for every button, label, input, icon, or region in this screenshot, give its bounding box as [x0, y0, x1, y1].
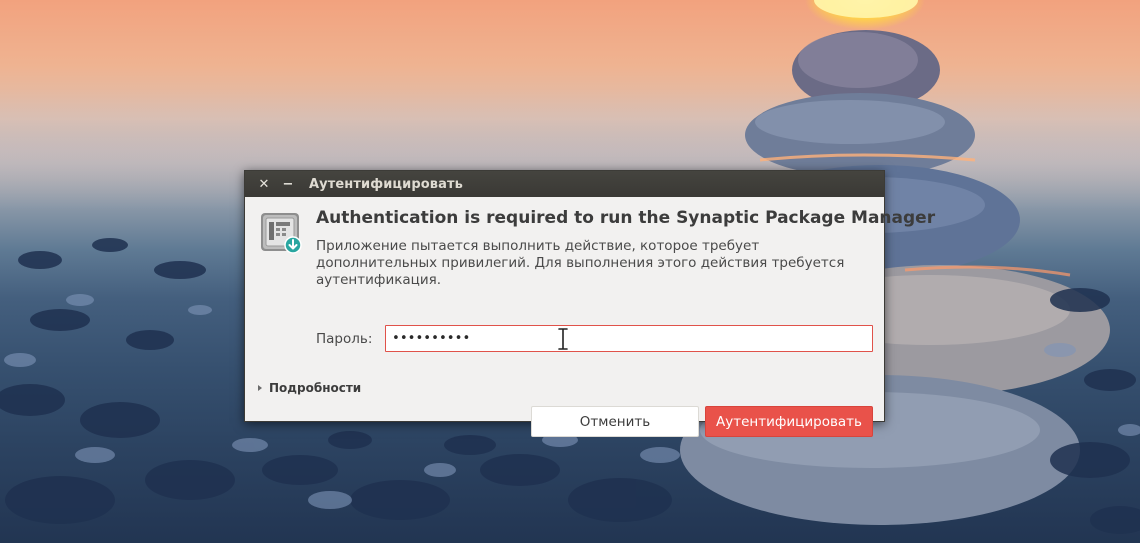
cancel-button[interactable]: Отменить [531, 406, 699, 437]
synaptic-package-manager-icon [261, 213, 302, 254]
expander-arrow-icon [258, 385, 262, 391]
dialog-heading: Authentication is required to run the Sy… [316, 208, 936, 228]
password-label: Пароль: [316, 331, 373, 347]
dialog-description: Приложение пытается выполнить действие, … [316, 238, 845, 288]
dialog-titlebar[interactable]: ✕ − Аутентифицировать [245, 171, 884, 197]
desktop-wallpaper: ✕ − Аутентифицировать Authentication is … [0, 0, 1140, 543]
password-field[interactable] [385, 325, 873, 352]
details-label: Подробности [269, 381, 362, 395]
authenticate-button[interactable]: Аутентифицировать [705, 406, 873, 437]
dialog-content: Authentication is required to run the Sy… [245, 197, 935, 437]
details-expander[interactable]: Подробности [258, 381, 361, 395]
dialog-title: Аутентифицировать [309, 176, 463, 192]
authentication-dialog: ✕ − Аутентифицировать Authentication is … [244, 170, 935, 437]
close-icon[interactable]: ✕ [257, 177, 271, 192]
text-cursor-icon [557, 327, 569, 351]
minimize-icon[interactable]: − [281, 177, 295, 192]
